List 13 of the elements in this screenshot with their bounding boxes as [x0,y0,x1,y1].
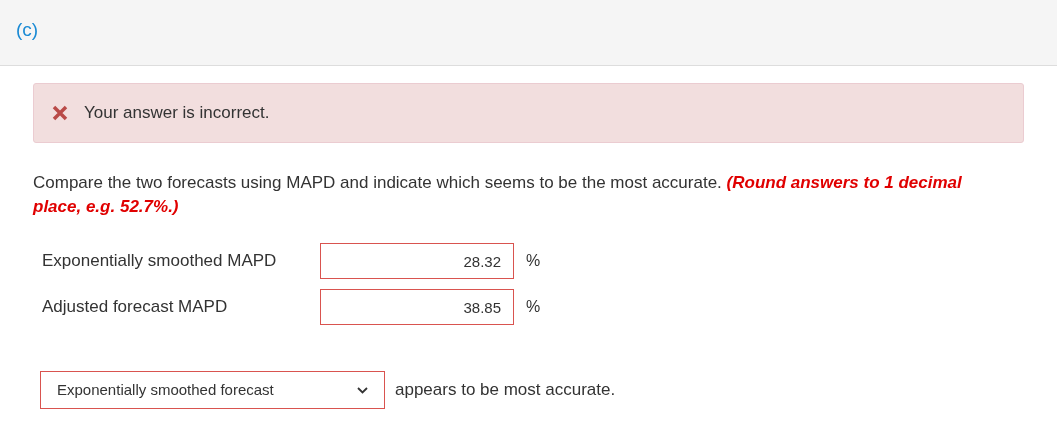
answer-input[interactable]: 38.85 [320,289,514,325]
dropdown-suffix-text: appears to be most accurate. [395,379,616,402]
unit-text: % [526,251,541,271]
cross-icon [52,105,68,121]
field-label: Adjusted forecast MAPD [42,296,229,319]
answer-input[interactable]: 28.32 [320,243,514,279]
part-label: (c) [16,19,39,40]
field-label: Exponentially smoothed MAPD [42,250,278,273]
unit-text: % [526,297,541,317]
answer-dropdown[interactable]: Exponentially smoothed forecast [40,371,385,409]
instruction-text: Compare the two forecasts using MAPD and indicate which seems to be the most accurate. (Round answers to 1 decimal place, e.g. 52.7%.) [33,172,963,218]
feedback-text: Your answer is incorrect. [84,102,270,125]
chevron-down-icon [357,386,368,394]
